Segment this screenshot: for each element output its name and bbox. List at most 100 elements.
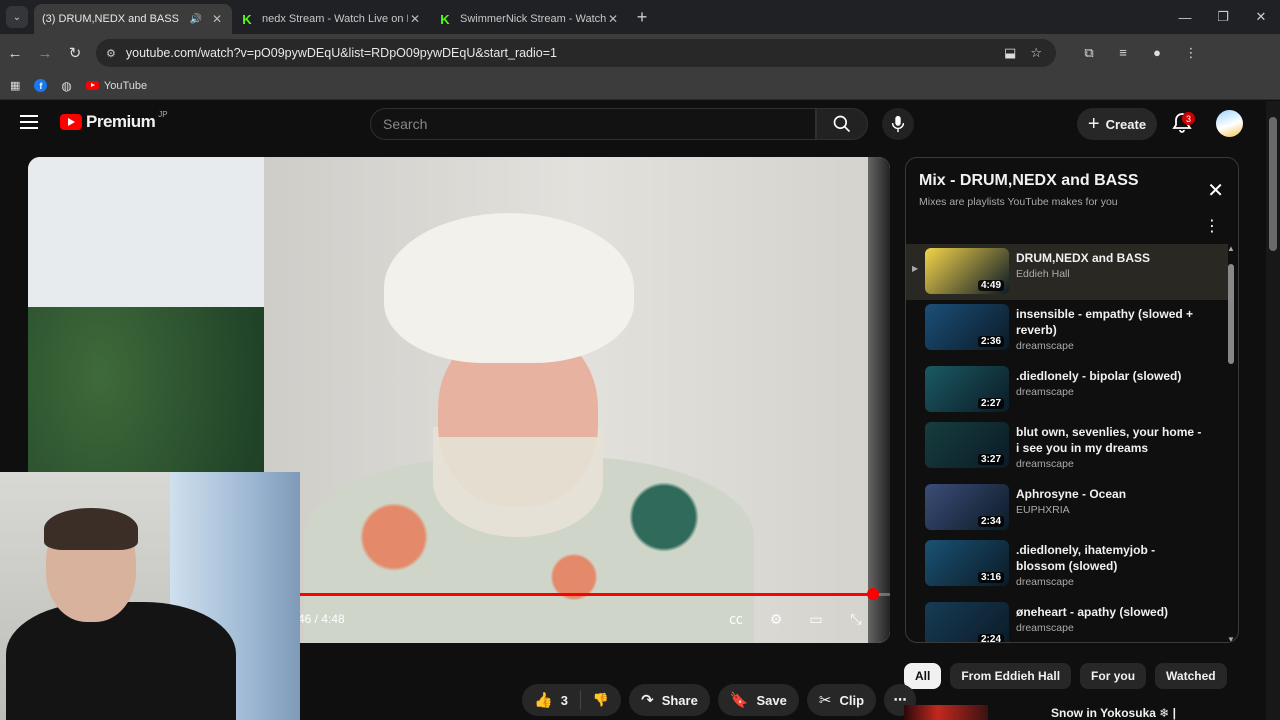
playlist-item-title[interactable]: Aphrosyne - Ocean — [1016, 486, 1206, 502]
playlist-item[interactable]: 3:16 .diedlonely, ihatemyjob - blossom (s… — [906, 536, 1228, 598]
playlist-item-title[interactable]: .diedlonely, ihatemyjob - blossom (slowe… — [1016, 542, 1206, 574]
playlist-item-title[interactable]: insensible - empathy (slowed + reverb) — [1016, 306, 1206, 338]
playlist-item[interactable]: ▶ 4:49 DRUM,NEDX and BASS Eddieh Hall — [906, 244, 1228, 300]
tab-swimmernick-kick[interactable]: K SwimmerNick Stream - Watch Live on Kic… — [430, 4, 628, 34]
fullscreen-icon[interactable]: ⤡ — [836, 603, 876, 635]
clip-label: Clip — [839, 692, 865, 708]
bookmark-youtube[interactable]: YouTube — [85, 80, 147, 92]
tab-close-icon[interactable]: ✕ — [408, 12, 422, 26]
page-scrollbar[interactable] — [1266, 101, 1280, 720]
bookmark-facebook[interactable]: f — [34, 79, 48, 92]
chip-from-eddieh-hall[interactable]: From Eddieh Hall — [950, 663, 1072, 689]
globe-icon: ◍ — [61, 78, 72, 93]
playlist-thumbnail[interactable]: 2:27 — [925, 366, 1009, 412]
hamburger-menu-icon[interactable] — [20, 115, 38, 129]
new-tab-plus-icon[interactable]: + — [628, 7, 656, 28]
like-count: 3 — [560, 692, 568, 708]
address-bar[interactable]: ⚙ youtube.com/watch?v=pO09pywDEqU&list=R… — [96, 39, 1056, 67]
profile-icon[interactable]: ● — [1140, 45, 1174, 61]
kick-favicon-icon: K — [440, 11, 450, 27]
speaker-icon[interactable]: 🔊 — [190, 14, 202, 25]
chip-for-you[interactable]: For you — [1080, 663, 1147, 689]
chip-watched[interactable]: Watched — [1155, 663, 1227, 689]
window-close-icon[interactable]: ✕ — [1242, 9, 1280, 25]
close-icon[interactable]: ✕ — [1207, 178, 1224, 203]
playlist-title[interactable]: Mix - DRUM,NEDX and BASS — [919, 172, 1139, 190]
playlist-item[interactable]: 2:34 Aphrosyne - Ocean EUPHXRIA — [906, 480, 1228, 536]
playlist-item[interactable]: 2:24 øneheart - apathy (slowed) dreamscape — [906, 598, 1228, 642]
url-text[interactable]: youtube.com/watch?v=pO09pywDEqU&list=RDp… — [126, 46, 1004, 60]
scroll-up-icon[interactable]: ▲ — [1227, 244, 1235, 253]
page-scrollbar-thumb[interactable] — [1269, 117, 1277, 251]
playlist-item[interactable]: 3:27 blut own, sevenlies, your home - i s… — [906, 418, 1228, 480]
playlist-item-channel: dreamscape — [1016, 386, 1074, 398]
playlist-thumbnail[interactable]: 2:36 — [925, 304, 1009, 350]
webcam-person-hair — [44, 508, 138, 550]
playlist-thumbnail[interactable]: 4:49 — [925, 248, 1009, 294]
theater-mode-icon[interactable]: ▭ — [796, 603, 836, 635]
media-controls-icon[interactable]: ≡ — [1106, 45, 1140, 61]
recommended-title[interactable]: Snow in Yokosuka ❄ | — [1051, 706, 1176, 720]
clip-button[interactable]: ✂ Clip — [806, 684, 877, 716]
thumbs-down-icon: 👎 — [592, 692, 610, 707]
video-person-hat — [384, 213, 634, 363]
tab-nedx-kick[interactable]: K nedx Stream - Watch Live on Kick ✕ — [232, 4, 430, 34]
playlist-item[interactable]: 2:36 insensible - empathy (slowed + rever… — [906, 300, 1228, 362]
like-button[interactable]: 👍 3 — [522, 690, 581, 710]
share-arrow-icon: ↷ — [641, 692, 654, 709]
playlist-scrollbar[interactable]: ▲ ▼ — [1227, 244, 1235, 642]
menu-kebab-icon[interactable]: ⋮ — [1174, 45, 1208, 61]
youtube-play-icon — [60, 114, 82, 130]
playlist-thumbnail[interactable]: 3:16 — [925, 540, 1009, 586]
create-label: Create — [1105, 116, 1147, 132]
tab-youtube[interactable]: (3) DRUM,NEDX and BASS 🔊 ✕ — [34, 4, 232, 119]
recommended-more-icon[interactable]: ⋮ — [1230, 705, 1234, 719]
avatar[interactable] — [1216, 110, 1243, 137]
tab-close-icon[interactable]: ✕ — [210, 12, 224, 26]
create-button[interactable]: + Create — [1077, 108, 1157, 140]
scrollbar-thumb[interactable] — [1228, 264, 1234, 364]
forward-arrow-icon[interactable]: → — [30, 45, 60, 62]
save-button[interactable]: 🔖 Save — [717, 684, 799, 716]
extensions-puzzle-icon[interactable]: ⧉ — [1072, 45, 1106, 61]
playlist-thumbnail[interactable]: 3:27 — [925, 422, 1009, 468]
back-arrow-icon[interactable]: ← — [0, 45, 30, 62]
playlist-item[interactable]: 2:27 .diedlonely - bipolar (slowed) dreams… — [906, 362, 1228, 418]
video-edge — [868, 157, 890, 643]
bookmark-globe[interactable]: ◍ — [61, 79, 71, 93]
restore-icon[interactable]: ❐ — [1204, 9, 1242, 25]
playlist-item-title[interactable]: DRUM,NEDX and BASS — [1016, 250, 1206, 266]
install-app-icon[interactable]: ⬓ — [1004, 45, 1016, 61]
tab-close-icon[interactable]: ✕ — [606, 12, 620, 26]
scrubber-handle[interactable] — [866, 588, 879, 600]
playlist-thumbnail[interactable]: 2:34 — [925, 484, 1009, 530]
settings-gear-icon[interactable]: ⚙ — [756, 603, 796, 635]
bookmark-star-icon[interactable]: ☆ — [1030, 45, 1042, 61]
playlist-item-title[interactable]: .diedlonely - bipolar (slowed) — [1016, 368, 1206, 384]
site-info-icon[interactable]: ⚙ — [106, 47, 116, 60]
tab-search-chevron-icon[interactable]: ⌄ — [6, 6, 28, 28]
playlist-item-title[interactable]: blut own, sevenlies, your home - i see y… — [1016, 424, 1206, 456]
playlist-thumbnail[interactable]: 2:24 — [925, 602, 1009, 642]
youtube-premium-logo[interactable]: Premium JP — [60, 110, 168, 132]
duration-badge: 3:27 — [977, 454, 1004, 465]
search-button[interactable] — [816, 108, 868, 140]
voice-search-button[interactable] — [882, 108, 914, 140]
share-button[interactable]: ↷ Share — [629, 684, 710, 716]
playlist-item-channel: dreamscape — [1016, 458, 1074, 470]
more-options-icon[interactable]: ⋮ — [1204, 216, 1220, 236]
reload-icon[interactable]: ↻ — [60, 44, 90, 62]
microphone-icon — [891, 115, 905, 133]
dislike-button[interactable]: 👎 — [581, 692, 621, 708]
apps-grid-icon[interactable]: ▦ — [10, 79, 20, 92]
playlist-item-channel: Eddieh Hall — [1016, 268, 1070, 280]
playlist-item-title[interactable]: øneheart - apathy (slowed) — [1016, 604, 1206, 620]
captions-icon[interactable]: ㏄ — [716, 603, 756, 635]
recommended-video[interactable]: Snow in Yokosuka ❄ | ⋮ — [904, 705, 1234, 720]
scroll-down-icon[interactable]: ▼ — [1227, 635, 1235, 642]
minimize-icon[interactable]: — — [1166, 10, 1204, 25]
masthead: Premium JP Search + Create 3 — [0, 101, 1280, 147]
recommended-thumbnail[interactable] — [904, 705, 988, 720]
browser-tab-bar: ⌄ (3) DRUM,NEDX and BASS 🔊 ✕ K nedx Stre… — [0, 0, 1280, 119]
search-input[interactable]: Search — [370, 108, 816, 140]
